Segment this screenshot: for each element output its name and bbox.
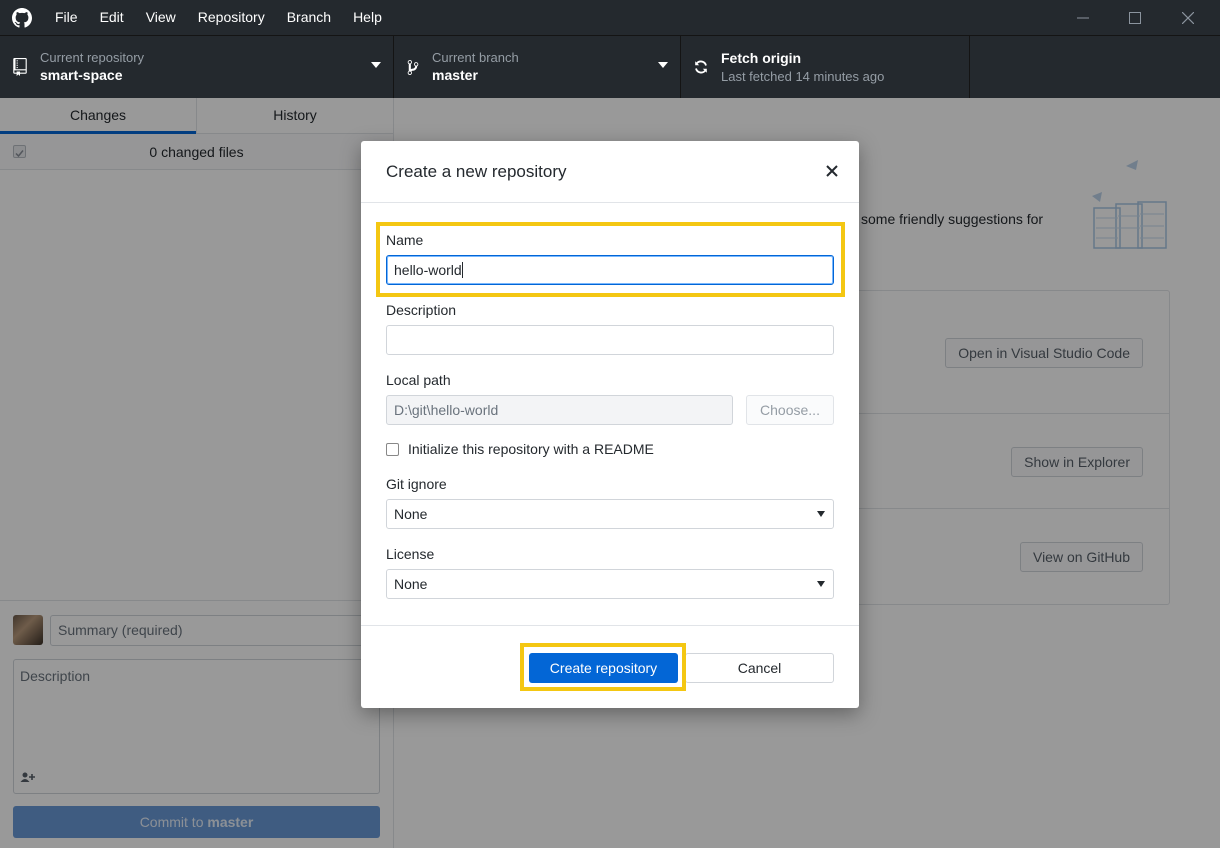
create-repository-button[interactable]: Create repository: [529, 653, 678, 683]
dropdown-arrow-icon: [817, 511, 825, 517]
dropdown-arrow-icon: [817, 581, 825, 587]
branch-name: master: [432, 67, 478, 83]
toolbar: Current repository smart-space Current b…: [0, 35, 1220, 98]
branch-caption: Current branch: [432, 50, 519, 65]
chevron-down-icon: [371, 62, 381, 68]
menu-edit[interactable]: Edit: [89, 0, 135, 35]
chevron-down-icon: [658, 62, 668, 68]
menu-file[interactable]: File: [44, 0, 89, 35]
name-input[interactable]: hello-world: [386, 255, 834, 285]
minimize-button[interactable]: [1057, 0, 1109, 35]
license-value: None: [394, 576, 428, 592]
readme-option[interactable]: Initialize this repository with a README: [386, 441, 654, 457]
close-icon: [826, 165, 838, 177]
name-label: Name: [386, 232, 424, 248]
gitignore-label: Git ignore: [386, 476, 447, 492]
repository-name: smart-space: [40, 67, 123, 83]
current-repository-dropdown[interactable]: Current repository smart-space: [0, 36, 394, 98]
menu-help[interactable]: Help: [342, 0, 393, 35]
dialog-close-button[interactable]: [821, 160, 843, 182]
local-path-label: Local path: [386, 372, 451, 388]
dialog-footer: Create repository Cancel: [361, 625, 859, 708]
readme-checkbox[interactable]: [386, 442, 399, 456]
maximize-icon: [1129, 11, 1141, 24]
maximize-button[interactable]: [1109, 0, 1161, 35]
repo-icon: [0, 58, 40, 76]
description-label: Description: [386, 302, 457, 318]
gitignore-select[interactable]: None: [386, 499, 834, 529]
readme-label: Initialize this repository with a README: [408, 441, 654, 457]
menu-view[interactable]: View: [135, 0, 187, 35]
fetch-origin-button[interactable]: Fetch origin Last fetched 14 minutes ago: [681, 36, 970, 98]
branch-icon: [394, 59, 432, 76]
license-label: License: [386, 546, 435, 562]
close-icon: [1182, 11, 1194, 24]
description-input[interactable]: [386, 325, 834, 355]
window-close-button[interactable]: [1162, 0, 1214, 35]
license-select[interactable]: None: [386, 569, 834, 599]
choose-path-button[interactable]: Choose...: [746, 395, 834, 425]
sync-icon: [681, 59, 721, 75]
minimize-icon: [1077, 17, 1089, 18]
dialog-header: Create a new repository: [361, 141, 859, 203]
dialog-title: Create a new repository: [386, 162, 567, 181]
current-branch-dropdown[interactable]: Current branch master: [394, 36, 681, 98]
fetch-title: Fetch origin: [721, 50, 802, 66]
create-repository-dialog: Create a new repository Name hello-world…: [361, 141, 859, 708]
menu-branch[interactable]: Branch: [276, 0, 342, 35]
name-value: hello-world: [394, 262, 462, 278]
repository-caption: Current repository: [40, 50, 145, 65]
title-bar: File Edit View Repository Branch Help: [0, 0, 1220, 35]
fetch-caption: Last fetched 14 minutes ago: [721, 69, 885, 84]
local-path-input[interactable]: D:\git\hello-world: [386, 395, 733, 425]
menu-bar: File Edit View Repository Branch Help: [44, 0, 393, 35]
github-logo-icon: [0, 0, 44, 35]
menu-repository[interactable]: Repository: [187, 0, 276, 35]
gitignore-value: None: [394, 506, 428, 522]
cancel-button[interactable]: Cancel: [685, 653, 834, 683]
text-caret: [461, 262, 463, 278]
